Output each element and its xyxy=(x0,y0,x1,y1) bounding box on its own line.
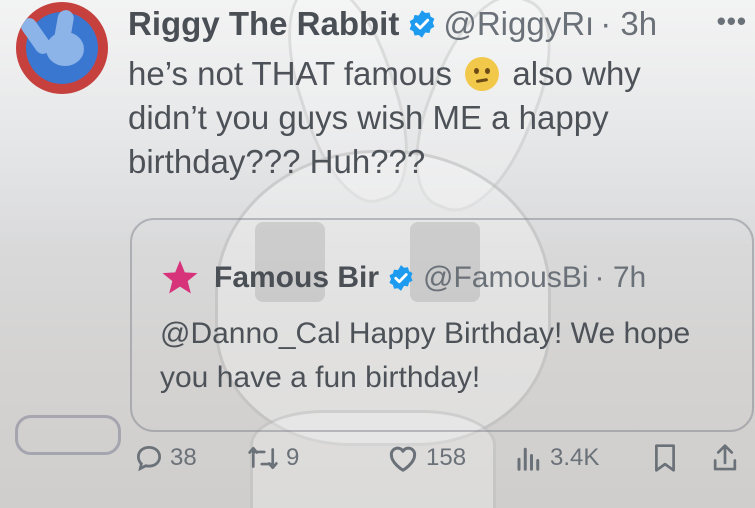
bookmark-button[interactable] xyxy=(650,438,686,478)
avatar[interactable] xyxy=(16,2,108,94)
like-icon xyxy=(389,446,417,472)
like-button[interactable]: 158 xyxy=(386,438,466,478)
star-icon xyxy=(162,260,198,294)
views-icon xyxy=(517,447,540,471)
reply-count: 38 xyxy=(170,444,197,471)
tweet-header: Riggy The Rabbit @RiggyRı · 3h xyxy=(128,2,755,46)
reply-button[interactable]: 38 xyxy=(134,438,197,478)
quoted-handle[interactable]: @FamousBi xyxy=(423,261,589,295)
more-icon[interactable]: ••• xyxy=(717,6,747,37)
verified-badge-icon xyxy=(389,265,413,291)
bookmark-icon xyxy=(655,444,675,472)
views-button[interactable]: 3.4K xyxy=(514,438,599,478)
repost-count: 9 xyxy=(286,444,300,471)
quoted-tweet-text: @Danno_Cal Happy Birthday! We hope you h… xyxy=(160,317,691,394)
quoted-tweet-header: Famous Bir @FamousBi · 7h xyxy=(160,258,646,298)
like-count: 158 xyxy=(426,444,467,471)
tweet-text: he’s not THAT famous also why didn’t you… xyxy=(128,52,718,184)
action-bar: 38 9 158 3.4K xyxy=(128,438,755,478)
tweet: Riggy The Rabbit @RiggyRı · 3h ••• he’s … xyxy=(0,0,755,508)
share-icon xyxy=(713,444,737,471)
quoted-timestamp[interactable]: · 7h xyxy=(595,261,647,295)
display-name[interactable]: Riggy The Rabbit xyxy=(128,5,399,43)
timestamp[interactable]: · 3h xyxy=(600,5,657,43)
reply-icon xyxy=(136,445,162,472)
handle[interactable]: @RiggyRı xyxy=(443,5,594,43)
repost-icon xyxy=(248,446,278,470)
tweet-text-part1: he’s not THAT famous xyxy=(128,55,462,92)
views-count: 3.4K xyxy=(550,444,600,471)
verified-badge-icon xyxy=(409,10,435,38)
quoted-tweet[interactable]: Famous Bir @FamousBi · 7h @Danno_Cal Hap… xyxy=(130,218,754,432)
avatar-face xyxy=(46,32,84,66)
sad-emoji-icon xyxy=(465,57,500,91)
repost-button[interactable]: 9 xyxy=(246,438,299,478)
share-button[interactable] xyxy=(710,438,746,478)
quoted-display-name[interactable]: Famous Bir xyxy=(214,261,379,295)
